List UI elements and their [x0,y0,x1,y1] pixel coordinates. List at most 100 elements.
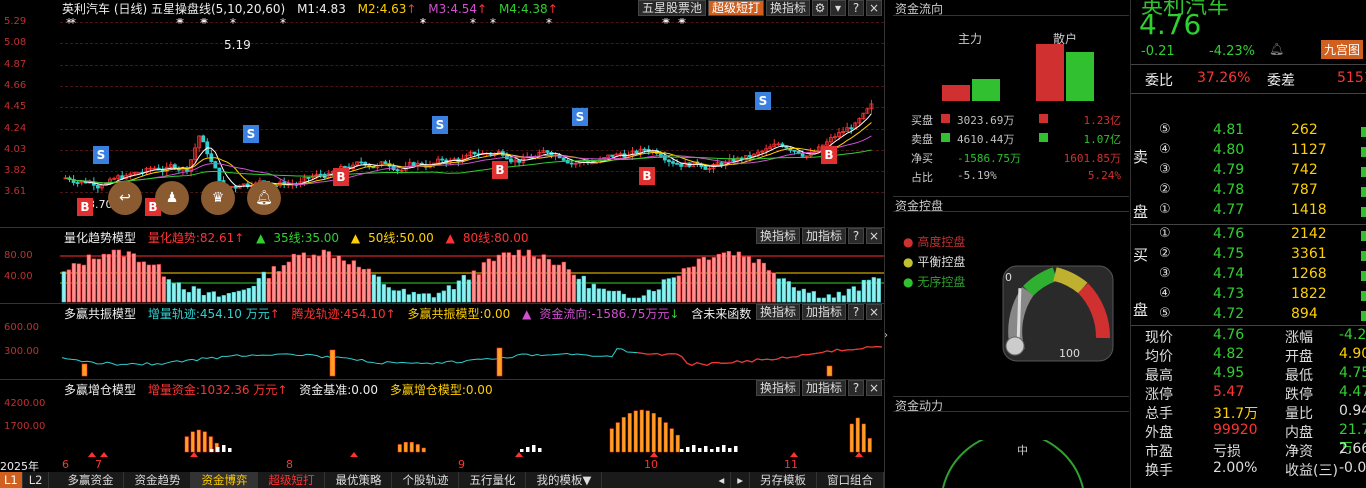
candle-body [679,163,683,167]
candle-body [472,151,477,155]
trend-bar [701,256,706,303]
weicha-label: 委差 [1267,73,1295,89]
tab-super-short[interactable]: 超级短打 [258,472,326,488]
trend-model-panel[interactable]: 量化趋势模型 量化趋势:82.61↑ ▲ 35线:35.00 ▲ 50线:50.00… [0,228,884,304]
trend-bar [396,290,401,303]
nine-grid-button[interactable]: 九宫图 [1321,40,1364,59]
trend-bar [311,254,316,303]
order-price: 4.74 [1213,266,1245,282]
collapse-arrow-icon[interactable]: › [884,330,893,350]
tab-l2[interactable]: L2 [23,472,50,488]
window-combo-button[interactable]: 窗口组合 [817,472,884,488]
position-bar [663,422,668,453]
trend-bar [451,289,456,303]
order-bar [1361,207,1366,217]
level-index: ③ [1159,162,1171,177]
trend-bar [676,275,681,303]
order-bar [1361,187,1366,197]
hook-icon[interactable]: ↩ [108,181,142,215]
quote-stat-row: 外盘99920内盘21.7万 [1131,422,1366,457]
tab-multi-win-funds[interactable]: 多赢资金 [49,472,125,488]
trend-bar [251,285,256,303]
position-bar [415,444,420,453]
weibi-value: 37.26% [1197,70,1251,86]
candle-body [569,162,574,165]
stat-value: 2.00% [1213,460,1258,476]
tab-five-elements[interactable]: 五行量化 [459,472,527,488]
trend-bar [821,297,826,303]
trend-bar [231,292,236,303]
order-volume: 787 [1291,182,1318,198]
flow-main-value: -1586.75万 [957,152,1021,165]
order-volume: 1268 [1291,266,1327,282]
star-marker: * [490,16,496,30]
trend-bar [136,261,141,303]
position-model-panel[interactable]: 多赢增仓模型 增量资金:1032.36 万元↑ 资金基准:0.00 多赢增仓模型… [0,380,884,458]
trend-bar [156,264,161,303]
signal-triangle [350,452,358,457]
order-price: 4.72 [1213,306,1245,322]
trend-bar [671,277,676,303]
month-label: 9 [458,458,465,471]
save-template-button[interactable]: 另存模板 [750,472,817,488]
position-bar [609,428,614,453]
trend-bar [681,268,686,303]
position-bar [222,445,226,452]
trend-bar [621,293,626,303]
trend-bar [426,293,431,303]
tab-stock-track[interactable]: 个股轨迹 [392,472,460,488]
bell-icon[interactable]: 🔔︎ [247,181,281,215]
tab-best-strategy[interactable]: 最优策略 [325,472,393,488]
order-bar [1361,271,1366,281]
resonance-model-panel[interactable]: 多赢共振模型 增量轨迹:454.10 万元↑ 腾龙轨迹:454.10↑ 多赢共振… [0,304,884,380]
order-price: 4.76 [1213,226,1245,242]
position-bar [710,449,714,452]
order-price: 4.73 [1213,286,1245,302]
trend-bar [361,268,366,303]
star-marker: * [66,16,72,30]
tab-fund-trend[interactable]: 资金趋势 [124,472,192,488]
trend-bar [336,255,341,303]
scroll-right-icon[interactable]: ▸ [731,472,750,488]
flow-swatch [941,133,950,142]
stat-label: 开盘 [1285,349,1313,365]
position-bar [526,447,530,452]
candle-body [517,159,521,163]
crown-icon[interactable]: ♛ [201,181,235,215]
trend-bar [111,249,116,303]
candle-body [675,162,679,165]
trend-bar [186,292,191,303]
trend-bar [556,264,561,303]
trend-bar [691,266,696,303]
candle-body [395,169,400,172]
trend-bar [626,297,631,303]
candle-body [792,149,797,152]
position-bar-chart [88,409,872,457]
sell-signal-marker: S [243,125,259,143]
tab-l1[interactable]: L1 [0,472,23,488]
current-price: 4.76 [1139,8,1202,41]
tab-my-template[interactable]: 我的模板▼ [526,472,603,488]
trend-bar [491,260,496,303]
gauge-max-label: 100 [1059,347,1080,360]
control-gauge: 0 100 [1002,265,1114,362]
trend-bar [716,253,721,303]
month-label: 10 [644,458,658,471]
main-chart-panel[interactable]: 英利汽车 (日线) 五星操盘线(5,10,20,60) M1:4.83 M2:4… [0,0,884,228]
tab-fund-game[interactable]: 资金博弈 [191,472,259,488]
trend-bar [806,292,811,303]
stat-label: 最低 [1285,368,1313,384]
position-bar [849,423,854,453]
trend-bar [411,291,416,303]
trend-bar [356,266,361,303]
candle-body [671,161,675,164]
trend-bar [151,264,156,303]
flow-swatch [1039,114,1048,123]
buy-signal-marker: B [821,146,837,164]
scroll-left-icon[interactable]: ◂ [712,472,732,488]
trend-bar [801,288,806,303]
trend-bar [301,252,306,303]
person-icon[interactable]: ♟ [155,181,189,215]
bell-icon[interactable]: 🔔︎ [1269,42,1284,56]
fund-control-header: 资金控盘 [893,196,1129,213]
